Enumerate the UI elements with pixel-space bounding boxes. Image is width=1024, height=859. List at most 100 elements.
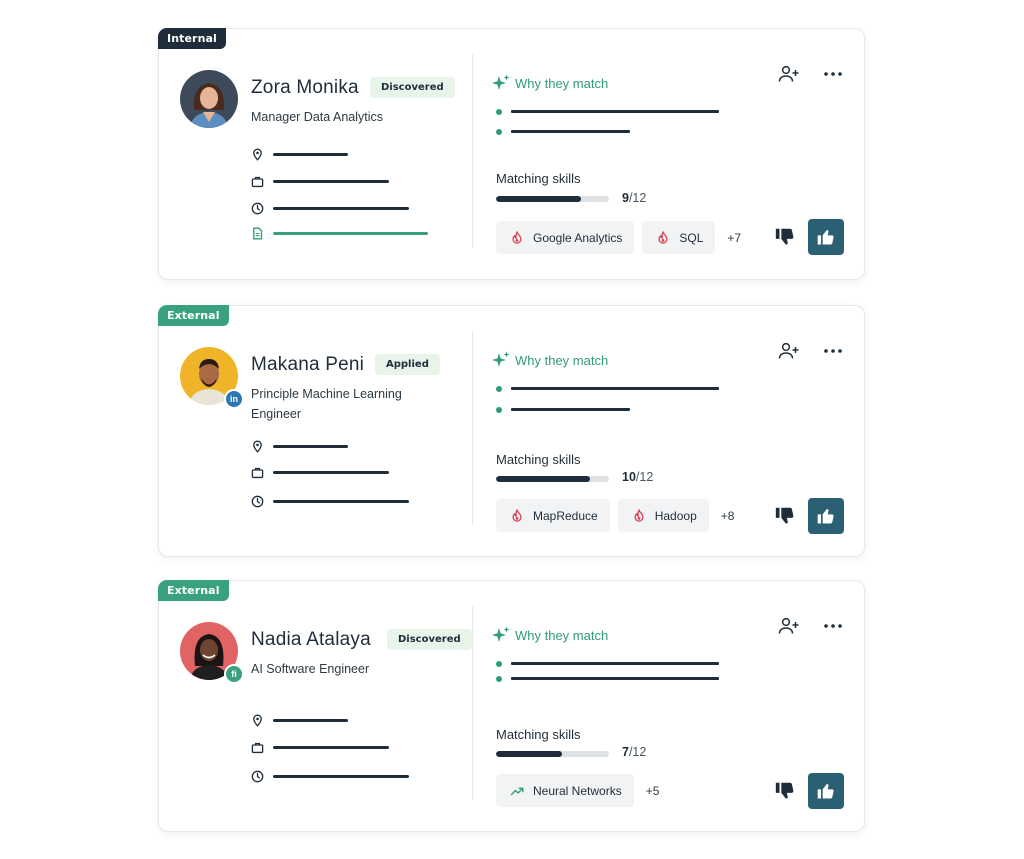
more-skills-count[interactable]: +7 (727, 231, 741, 245)
skills-score: 7/12 (622, 745, 646, 759)
document-row[interactable] (251, 226, 428, 240)
skill-chips: MapReduce Hadoop +8 (496, 499, 734, 532)
location-row (251, 147, 348, 161)
location-row (251, 439, 348, 453)
skill-chip[interactable]: Google Analytics (496, 221, 635, 254)
more-options-icon[interactable] (822, 342, 844, 360)
bullet-dot (496, 108, 502, 115)
fire-icon (512, 230, 522, 244)
add-to-list-icon[interactable] (778, 617, 800, 635)
divider (472, 606, 473, 800)
location-pin-icon (253, 148, 262, 161)
experience-placeholder (273, 470, 389, 474)
clock-icon (251, 202, 264, 214)
card-actions (778, 342, 844, 360)
linkedin-icon: in (224, 389, 244, 409)
experience-row (251, 174, 389, 188)
candidate-card[interactable]: External in Makana Peni Applied Principl… (158, 305, 865, 557)
fire-icon (512, 508, 522, 522)
why-they-match[interactable]: Why they match (491, 625, 608, 645)
experience-placeholder (273, 745, 389, 749)
thumbs-down-icon (775, 228, 794, 245)
reason-placeholder (511, 110, 719, 113)
bullet-dot (496, 675, 502, 682)
candidate-name[interactable]: Makana Peni (251, 354, 364, 376)
location-pin-icon (253, 714, 262, 727)
thumbs-down-icon (775, 507, 794, 524)
why-they-match[interactable]: Why they match (491, 350, 608, 370)
add-to-list-icon[interactable] (778, 342, 800, 360)
matching-skills-label: Matching skills (496, 727, 581, 742)
matching-skills-label: Matching skills (496, 171, 581, 186)
match-reason (496, 128, 630, 135)
document-icon (253, 227, 263, 239)
location-placeholder (273, 444, 348, 448)
thumbs-down-button[interactable] (774, 226, 796, 248)
divider (472, 54, 473, 248)
clock-icon (251, 495, 264, 507)
bullet-dot (496, 385, 502, 392)
skills-progress-fill (496, 196, 581, 202)
skill-label: SQL (679, 230, 704, 245)
bullet-dot (496, 128, 502, 135)
thumbs-up-button[interactable] (808, 219, 844, 255)
thumbs-down-button[interactable] (774, 780, 796, 802)
avatar: in (180, 347, 244, 409)
clock-icon (251, 770, 264, 782)
experience-placeholder (273, 179, 389, 183)
skills-progress-fill (496, 751, 562, 757)
source-tag: External (158, 580, 229, 601)
why-they-match[interactable]: Why they match (491, 73, 608, 93)
match-reason (496, 675, 719, 682)
card-actions (778, 617, 844, 635)
skill-chip[interactable]: Hadoop (617, 499, 709, 532)
candidate-name[interactable]: Zora Monika (251, 77, 359, 99)
add-to-list-icon[interactable] (778, 65, 800, 83)
thumbs-up-button[interactable] (808, 498, 844, 534)
more-options-icon[interactable] (822, 65, 844, 83)
sparkle-icon (492, 626, 510, 642)
document-placeholder[interactable] (273, 231, 428, 235)
candidate-card[interactable]: External fi Nadia Atalaya Discovered AI … (158, 580, 865, 832)
fire-icon (634, 508, 644, 522)
vote-controls (774, 498, 844, 534)
reason-placeholder (511, 130, 630, 133)
more-skills-count[interactable]: +5 (646, 784, 660, 798)
match-reason (496, 385, 719, 392)
briefcase-icon (251, 742, 264, 753)
location-placeholder (273, 718, 348, 722)
match-reason (496, 108, 719, 115)
location-row (251, 713, 348, 727)
thumbs-up-icon (817, 230, 834, 245)
status-badge: Discovered (387, 629, 472, 650)
job-title: AI Software Engineer (251, 662, 370, 676)
skills-total: /12 (628, 745, 647, 759)
skill-chip[interactable]: Neural Networks (496, 774, 634, 807)
why-they-match-label: Why they match (515, 75, 609, 91)
skill-chip[interactable]: MapReduce (496, 499, 610, 532)
vote-controls (774, 773, 844, 809)
match-reason (496, 406, 630, 413)
skills-total: /12 (628, 191, 647, 205)
thumbs-down-icon (775, 782, 794, 799)
skills-progress (496, 476, 609, 482)
vote-controls (774, 219, 844, 255)
source-logo-icon: fi (224, 664, 244, 684)
match-reason (496, 660, 719, 667)
candidate-name[interactable]: Nadia Atalaya (251, 629, 371, 651)
availability-placeholder (273, 206, 409, 210)
location-pin-icon (253, 440, 262, 453)
thumbs-down-button[interactable] (774, 505, 796, 527)
skills-matched: 10 (622, 470, 636, 484)
thumbs-up-button[interactable] (808, 773, 844, 809)
source-tag: Internal (158, 28, 226, 49)
candidate-card[interactable]: Internal Zora Monika Discovered Manager … (158, 28, 865, 280)
reason-placeholder (511, 662, 719, 665)
skill-chips: Neural Networks +5 (496, 774, 659, 807)
reason-placeholder (511, 387, 719, 390)
availability-row (251, 201, 409, 215)
more-options-icon[interactable] (822, 617, 844, 635)
skill-chip[interactable]: SQL (642, 221, 716, 254)
skills-progress (496, 196, 609, 202)
more-skills-count[interactable]: +8 (721, 509, 735, 523)
